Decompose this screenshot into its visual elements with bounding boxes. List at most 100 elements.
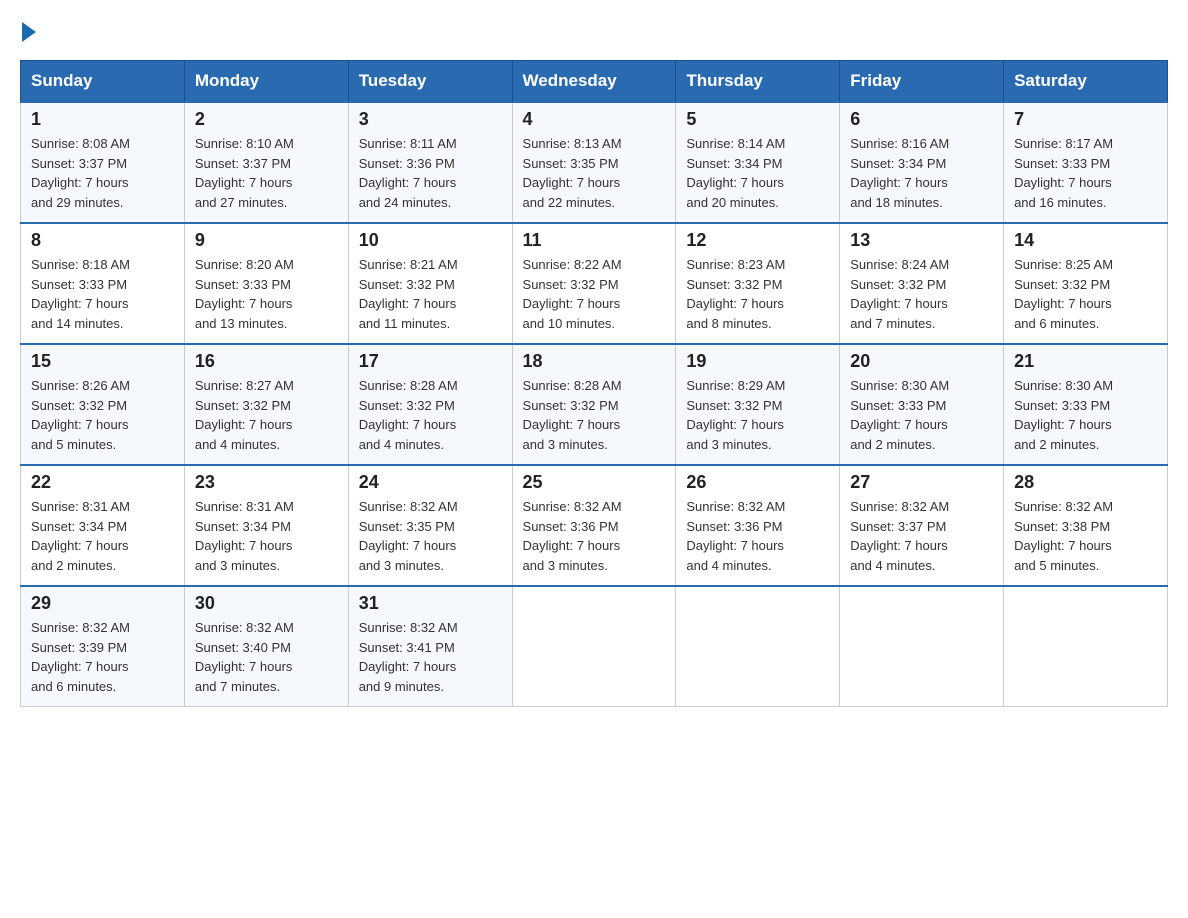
day-number: 9: [195, 230, 338, 251]
calendar-day-cell: 11 Sunrise: 8:22 AMSunset: 3:32 PMDaylig…: [512, 223, 676, 344]
day-info: Sunrise: 8:28 AMSunset: 3:32 PMDaylight:…: [523, 378, 622, 452]
day-number: 28: [1014, 472, 1157, 493]
weekday-header-monday: Monday: [184, 61, 348, 103]
calendar-day-cell: 15 Sunrise: 8:26 AMSunset: 3:32 PMDaylig…: [21, 344, 185, 465]
day-info: Sunrise: 8:17 AMSunset: 3:33 PMDaylight:…: [1014, 136, 1113, 210]
day-number: 21: [1014, 351, 1157, 372]
day-info: Sunrise: 8:18 AMSunset: 3:33 PMDaylight:…: [31, 257, 130, 331]
calendar-day-cell: [1004, 586, 1168, 707]
weekday-header-wednesday: Wednesday: [512, 61, 676, 103]
weekday-header-friday: Friday: [840, 61, 1004, 103]
calendar-day-cell: 13 Sunrise: 8:24 AMSunset: 3:32 PMDaylig…: [840, 223, 1004, 344]
day-number: 13: [850, 230, 993, 251]
day-info: Sunrise: 8:30 AMSunset: 3:33 PMDaylight:…: [850, 378, 949, 452]
day-info: Sunrise: 8:32 AMSunset: 3:36 PMDaylight:…: [523, 499, 622, 573]
day-info: Sunrise: 8:23 AMSunset: 3:32 PMDaylight:…: [686, 257, 785, 331]
calendar-day-cell: 5 Sunrise: 8:14 AMSunset: 3:34 PMDayligh…: [676, 102, 840, 223]
calendar-day-cell: 28 Sunrise: 8:32 AMSunset: 3:38 PMDaylig…: [1004, 465, 1168, 586]
day-info: Sunrise: 8:32 AMSunset: 3:36 PMDaylight:…: [686, 499, 785, 573]
day-number: 3: [359, 109, 502, 130]
calendar-day-cell: 31 Sunrise: 8:32 AMSunset: 3:41 PMDaylig…: [348, 586, 512, 707]
calendar-day-cell: [512, 586, 676, 707]
day-info: Sunrise: 8:27 AMSunset: 3:32 PMDaylight:…: [195, 378, 294, 452]
weekday-header-saturday: Saturday: [1004, 61, 1168, 103]
page-header: [20, 20, 1168, 40]
calendar-day-cell: 16 Sunrise: 8:27 AMSunset: 3:32 PMDaylig…: [184, 344, 348, 465]
day-info: Sunrise: 8:32 AMSunset: 3:40 PMDaylight:…: [195, 620, 294, 694]
day-info: Sunrise: 8:28 AMSunset: 3:32 PMDaylight:…: [359, 378, 458, 452]
calendar-day-cell: [840, 586, 1004, 707]
day-number: 15: [31, 351, 174, 372]
day-number: 8: [31, 230, 174, 251]
calendar-day-cell: 14 Sunrise: 8:25 AMSunset: 3:32 PMDaylig…: [1004, 223, 1168, 344]
day-number: 11: [523, 230, 666, 251]
calendar-day-cell: 7 Sunrise: 8:17 AMSunset: 3:33 PMDayligh…: [1004, 102, 1168, 223]
calendar-day-cell: 12 Sunrise: 8:23 AMSunset: 3:32 PMDaylig…: [676, 223, 840, 344]
calendar-day-cell: 30 Sunrise: 8:32 AMSunset: 3:40 PMDaylig…: [184, 586, 348, 707]
day-number: 19: [686, 351, 829, 372]
calendar-day-cell: 2 Sunrise: 8:10 AMSunset: 3:37 PMDayligh…: [184, 102, 348, 223]
calendar-day-cell: 26 Sunrise: 8:32 AMSunset: 3:36 PMDaylig…: [676, 465, 840, 586]
day-number: 2: [195, 109, 338, 130]
day-info: Sunrise: 8:08 AMSunset: 3:37 PMDaylight:…: [31, 136, 130, 210]
day-number: 31: [359, 593, 502, 614]
day-number: 5: [686, 109, 829, 130]
calendar-day-cell: 6 Sunrise: 8:16 AMSunset: 3:34 PMDayligh…: [840, 102, 1004, 223]
day-info: Sunrise: 8:29 AMSunset: 3:32 PMDaylight:…: [686, 378, 785, 452]
day-info: Sunrise: 8:32 AMSunset: 3:39 PMDaylight:…: [31, 620, 130, 694]
day-number: 27: [850, 472, 993, 493]
day-number: 18: [523, 351, 666, 372]
calendar-week-row: 29 Sunrise: 8:32 AMSunset: 3:39 PMDaylig…: [21, 586, 1168, 707]
day-info: Sunrise: 8:32 AMSunset: 3:38 PMDaylight:…: [1014, 499, 1113, 573]
day-info: Sunrise: 8:26 AMSunset: 3:32 PMDaylight:…: [31, 378, 130, 452]
calendar-day-cell: 24 Sunrise: 8:32 AMSunset: 3:35 PMDaylig…: [348, 465, 512, 586]
calendar-day-cell: 8 Sunrise: 8:18 AMSunset: 3:33 PMDayligh…: [21, 223, 185, 344]
calendar-day-cell: [676, 586, 840, 707]
calendar-week-row: 1 Sunrise: 8:08 AMSunset: 3:37 PMDayligh…: [21, 102, 1168, 223]
day-info: Sunrise: 8:30 AMSunset: 3:33 PMDaylight:…: [1014, 378, 1113, 452]
weekday-header-sunday: Sunday: [21, 61, 185, 103]
day-number: 25: [523, 472, 666, 493]
weekday-header-row: SundayMondayTuesdayWednesdayThursdayFrid…: [21, 61, 1168, 103]
calendar-week-row: 8 Sunrise: 8:18 AMSunset: 3:33 PMDayligh…: [21, 223, 1168, 344]
day-number: 17: [359, 351, 502, 372]
calendar-day-cell: 18 Sunrise: 8:28 AMSunset: 3:32 PMDaylig…: [512, 344, 676, 465]
weekday-header-thursday: Thursday: [676, 61, 840, 103]
calendar-day-cell: 1 Sunrise: 8:08 AMSunset: 3:37 PMDayligh…: [21, 102, 185, 223]
day-number: 6: [850, 109, 993, 130]
day-number: 4: [523, 109, 666, 130]
day-info: Sunrise: 8:32 AMSunset: 3:37 PMDaylight:…: [850, 499, 949, 573]
day-number: 26: [686, 472, 829, 493]
calendar-day-cell: 21 Sunrise: 8:30 AMSunset: 3:33 PMDaylig…: [1004, 344, 1168, 465]
day-number: 23: [195, 472, 338, 493]
day-number: 12: [686, 230, 829, 251]
calendar-day-cell: 23 Sunrise: 8:31 AMSunset: 3:34 PMDaylig…: [184, 465, 348, 586]
day-info: Sunrise: 8:10 AMSunset: 3:37 PMDaylight:…: [195, 136, 294, 210]
day-number: 22: [31, 472, 174, 493]
calendar-day-cell: 22 Sunrise: 8:31 AMSunset: 3:34 PMDaylig…: [21, 465, 185, 586]
day-info: Sunrise: 8:14 AMSunset: 3:34 PMDaylight:…: [686, 136, 785, 210]
day-info: Sunrise: 8:31 AMSunset: 3:34 PMDaylight:…: [195, 499, 294, 573]
day-info: Sunrise: 8:22 AMSunset: 3:32 PMDaylight:…: [523, 257, 622, 331]
calendar-day-cell: 29 Sunrise: 8:32 AMSunset: 3:39 PMDaylig…: [21, 586, 185, 707]
day-info: Sunrise: 8:11 AMSunset: 3:36 PMDaylight:…: [359, 136, 457, 210]
calendar-day-cell: 3 Sunrise: 8:11 AMSunset: 3:36 PMDayligh…: [348, 102, 512, 223]
day-info: Sunrise: 8:32 AMSunset: 3:41 PMDaylight:…: [359, 620, 458, 694]
day-info: Sunrise: 8:16 AMSunset: 3:34 PMDaylight:…: [850, 136, 949, 210]
day-number: 14: [1014, 230, 1157, 251]
day-number: 16: [195, 351, 338, 372]
day-number: 29: [31, 593, 174, 614]
weekday-header-tuesday: Tuesday: [348, 61, 512, 103]
calendar-week-row: 22 Sunrise: 8:31 AMSunset: 3:34 PMDaylig…: [21, 465, 1168, 586]
day-info: Sunrise: 8:32 AMSunset: 3:35 PMDaylight:…: [359, 499, 458, 573]
calendar-day-cell: 4 Sunrise: 8:13 AMSunset: 3:35 PMDayligh…: [512, 102, 676, 223]
calendar-day-cell: 27 Sunrise: 8:32 AMSunset: 3:37 PMDaylig…: [840, 465, 1004, 586]
calendar-day-cell: 17 Sunrise: 8:28 AMSunset: 3:32 PMDaylig…: [348, 344, 512, 465]
day-info: Sunrise: 8:24 AMSunset: 3:32 PMDaylight:…: [850, 257, 949, 331]
day-number: 30: [195, 593, 338, 614]
calendar-week-row: 15 Sunrise: 8:26 AMSunset: 3:32 PMDaylig…: [21, 344, 1168, 465]
logo-arrow-icon: [22, 22, 36, 42]
calendar-day-cell: 19 Sunrise: 8:29 AMSunset: 3:32 PMDaylig…: [676, 344, 840, 465]
calendar-table: SundayMondayTuesdayWednesdayThursdayFrid…: [20, 60, 1168, 707]
day-info: Sunrise: 8:21 AMSunset: 3:32 PMDaylight:…: [359, 257, 458, 331]
